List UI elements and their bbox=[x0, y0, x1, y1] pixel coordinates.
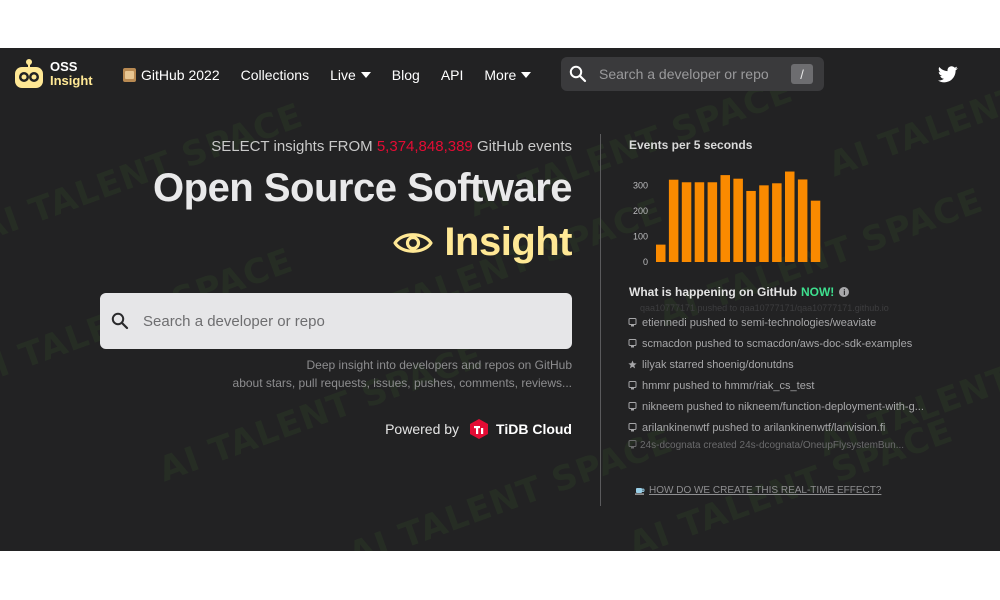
nav-api[interactable]: API bbox=[441, 67, 464, 83]
star-icon bbox=[628, 360, 637, 369]
nav-label: Live bbox=[330, 67, 356, 83]
nav-github-2022[interactable]: GitHub 2022 bbox=[123, 67, 220, 83]
event-bar bbox=[668, 179, 679, 262]
description-line-2: about stars, pull requests, issues, push… bbox=[232, 376, 572, 390]
realtime-effect-link[interactable]: HOW DO WE CREATE THIS REAL-TIME EFFECT? bbox=[635, 485, 881, 496]
nav-label: Collections bbox=[240, 67, 310, 83]
event-bar bbox=[785, 171, 795, 262]
logo-line-insight: Insight bbox=[50, 73, 93, 88]
main-nav: GitHub 2022 Collections Live Blog API Mo… bbox=[123, 48, 552, 102]
event-bar bbox=[810, 200, 821, 262]
app-window: AI TALENT SPACE AI TALENT SPACE AI TALEN… bbox=[0, 48, 1000, 551]
info-icon[interactable]: i bbox=[839, 287, 850, 297]
event-bar bbox=[746, 190, 756, 262]
push-icon bbox=[628, 440, 637, 449]
event-bar bbox=[759, 185, 769, 262]
feed-item-text: arilankinenwtf pushed to arilankinenwtf/… bbox=[642, 421, 886, 434]
happening-heading: What is happening on GitHub NOW! i bbox=[629, 285, 850, 299]
feed-item[interactable]: etiennedi pushed to semi-technologies/we… bbox=[628, 312, 938, 333]
push-icon bbox=[628, 423, 637, 432]
realtime-effect-label: HOW DO WE CREATE THIS REAL-TIME EFFECT? bbox=[649, 485, 882, 496]
event-bar bbox=[707, 182, 718, 262]
caret-down-icon bbox=[521, 72, 532, 78]
keyboard-shortcut-badge: / bbox=[791, 64, 813, 84]
tea-cup-icon bbox=[635, 488, 645, 495]
hero-description: Deep insight into developers and repos o… bbox=[233, 356, 572, 392]
feed-item-text: nikneem pushed to nikneem/function-deplo… bbox=[642, 400, 924, 413]
nav-label: More bbox=[484, 67, 517, 83]
nav-more-dropdown[interactable]: More bbox=[484, 67, 532, 83]
hero-search-input[interactable]: Search a developer or repo bbox=[100, 293, 572, 349]
events-chart-title: Events per 5 seconds bbox=[629, 138, 753, 152]
feed-item-text: lilyak starred shoenig/donutdns bbox=[642, 358, 794, 371]
select-events-line: SELECT insights FROM 5,374,848,389 GitHu… bbox=[211, 138, 572, 155]
y-tick-label: 300 bbox=[633, 180, 648, 190]
feed-item-text: hmmr pushed to hmmr/riak_cs_test bbox=[642, 379, 815, 392]
nav-label: Blog bbox=[391, 67, 420, 83]
hero-title: Open Source Software bbox=[153, 166, 572, 210]
nav-live-dropdown[interactable]: Live bbox=[330, 67, 371, 83]
feed-faded-item: 24s-dcognata created 24s-dcognata/OneupF… bbox=[628, 440, 904, 451]
push-icon bbox=[628, 339, 637, 348]
event-bar bbox=[797, 179, 808, 262]
caret-down-icon bbox=[360, 72, 371, 78]
event-bar bbox=[733, 178, 743, 262]
push-icon bbox=[628, 318, 637, 327]
event-bar bbox=[772, 183, 782, 262]
powered-by-label: Powered by bbox=[385, 421, 460, 437]
search-placeholder: Search a developer or repo bbox=[143, 312, 325, 330]
nav-blog[interactable]: Blog bbox=[392, 67, 420, 83]
activity-feed: etiennedi pushed to semi-technologies/we… bbox=[628, 312, 938, 438]
feed-faded-text: 24s-dcognata created 24s-dcognata/OneupF… bbox=[640, 440, 905, 451]
event-bar bbox=[694, 182, 705, 262]
nav-label: GitHub 2022 bbox=[141, 67, 220, 83]
search-icon bbox=[111, 312, 129, 330]
feed-item-text: etiennedi pushed to semi-technologies/we… bbox=[642, 316, 877, 329]
feed-item[interactable]: lilyak starred shoenig/donutdns bbox=[628, 354, 938, 375]
vertical-divider bbox=[600, 134, 601, 506]
book-icon bbox=[123, 68, 136, 82]
select-prefix: SELECT insights FROM bbox=[211, 138, 373, 155]
select-suffix: GitHub events bbox=[476, 138, 572, 155]
feed-item[interactable]: arilankinenwtf pushed to arilankinenwtf/… bbox=[628, 417, 938, 438]
feed-item[interactable]: hmmr pushed to hmmr/riak_cs_test bbox=[628, 375, 938, 396]
event-count: 5,374,848,389 bbox=[376, 138, 473, 155]
logo-wordmark: OSS Insight bbox=[50, 60, 93, 88]
happening-label: What is happening on GitHub bbox=[629, 285, 797, 299]
push-icon bbox=[628, 381, 637, 390]
events-bar-chart: 300 200 100 0 bbox=[633, 171, 821, 266]
nav-collections[interactable]: Collections bbox=[241, 67, 309, 83]
event-bar bbox=[656, 244, 666, 262]
top-nav-bar: OSS Insight GitHub 2022 Collections Live… bbox=[0, 48, 1000, 102]
hero-insight-heading: Insight bbox=[393, 220, 572, 265]
header-search-input[interactable]: Search a developer or repo / bbox=[561, 57, 824, 91]
powered-by: Powered by TiDB Cloud bbox=[385, 418, 572, 440]
nav-label: API bbox=[440, 67, 464, 83]
y-tick-label: 0 bbox=[643, 257, 648, 266]
description-line-1: Deep insight into developers and repos o… bbox=[306, 358, 573, 372]
search-icon bbox=[569, 65, 587, 83]
event-bar bbox=[681, 182, 692, 262]
feed-item[interactable]: scmacdon pushed to scmacdon/aws-doc-sdk-… bbox=[628, 333, 938, 354]
push-icon bbox=[628, 402, 637, 411]
feed-item[interactable]: nikneem pushed to nikneem/function-deplo… bbox=[628, 396, 938, 417]
feed-item-text: scmacdon pushed to scmacdon/aws-doc-sdk-… bbox=[642, 337, 913, 350]
tidb-cloud-link[interactable]: TiDB Cloud bbox=[496, 421, 572, 437]
search-placeholder: Search a developer or repo bbox=[599, 66, 769, 82]
logo-line-oss: OSS bbox=[50, 59, 78, 74]
tidb-logo-icon[interactable] bbox=[468, 418, 490, 440]
twitter-icon[interactable] bbox=[938, 66, 958, 83]
y-tick-label: 100 bbox=[633, 231, 648, 241]
oss-insight-logo[interactable]: OSS Insight bbox=[13, 58, 93, 90]
event-bar bbox=[720, 175, 730, 262]
owl-logo-icon bbox=[15, 59, 43, 88]
y-tick-label: 200 bbox=[633, 206, 648, 216]
insight-word: Insight bbox=[444, 220, 572, 264]
eye-icon bbox=[393, 232, 434, 253]
now-badge: NOW! bbox=[800, 285, 835, 299]
